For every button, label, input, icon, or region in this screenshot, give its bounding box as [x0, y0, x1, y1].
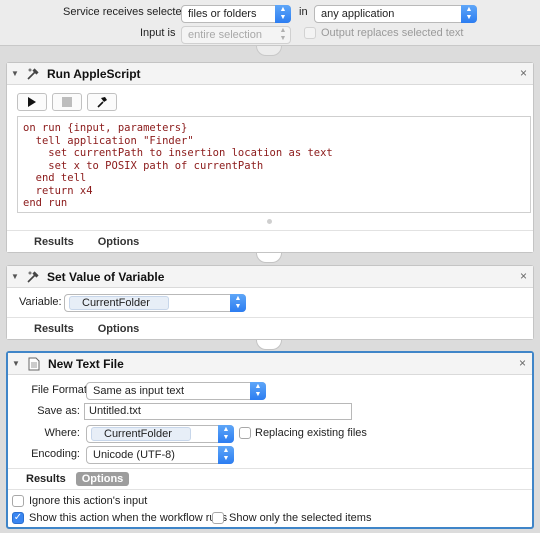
play-icon: [28, 97, 36, 107]
close-icon[interactable]: ×: [520, 66, 527, 80]
stop-icon: [62, 97, 72, 107]
popup-arrows-icon: ▲ ▼: [250, 382, 266, 400]
stop-button[interactable]: [52, 93, 82, 111]
action-header: ▼ New Text File ×: [8, 353, 532, 375]
in-application-value: any application: [321, 8, 395, 20]
flow-connector: [256, 340, 282, 350]
run-applescript-action: ▼ Run AppleScript × on run {input, param…: [6, 62, 534, 253]
disclosure-triangle-icon[interactable]: ▼: [12, 359, 22, 368]
compile-button[interactable]: [87, 93, 117, 111]
service-settings-bar: Service receives selected files or folde…: [0, 0, 540, 46]
receives-label: Service receives selected: [63, 6, 188, 18]
action-title: New Text File: [48, 356, 124, 371]
hammer-icon: [97, 97, 107, 108]
receives-popup[interactable]: files or folders ▲ ▼: [181, 5, 291, 23]
encoding-label: Encoding:: [31, 448, 80, 460]
receives-value: files or folders: [188, 8, 257, 20]
popup-arrows-icon: ▲ ▼: [279, 27, 287, 42]
encoding-popup[interactable]: Unicode (UTF-8) ▲ ▼: [86, 446, 234, 464]
set-value-of-variable-action: ▼ Set Value of Variable × Variable: Curr…: [6, 265, 534, 340]
applescript-code-editor[interactable]: on run {input, parameters} tell applicat…: [17, 116, 531, 213]
action-footer: Results Options: [7, 230, 533, 252]
options-area: Ignore this action's input ✓ Show this a…: [8, 489, 532, 527]
new-text-file-action: ▼ New Text File × File Format: Same as i…: [6, 351, 534, 529]
where-label: Where:: [44, 427, 80, 439]
in-label: in: [299, 6, 308, 18]
popup-arrows-icon: ▲ ▼: [218, 425, 234, 443]
close-icon[interactable]: ×: [520, 269, 527, 283]
action-title: Set Value of Variable: [47, 269, 165, 284]
where-token: CurrentFolder: [91, 427, 191, 441]
encoding-value: Unicode (UTF-8): [93, 449, 175, 461]
popup-arrows-icon: ▲ ▼: [275, 5, 291, 23]
replacing-files-checkbox[interactable]: [239, 427, 251, 439]
options-tab[interactable]: Options: [75, 471, 130, 486]
ignore-input-checkbox[interactable]: [12, 495, 24, 507]
save-as-label: Save as:: [37, 405, 80, 417]
action-header: ▼ Set Value of Variable ×: [7, 266, 533, 288]
popup-arrows-icon: ▲ ▼: [218, 446, 234, 464]
output-replaces-label: Output replaces selected text: [321, 27, 464, 39]
output-replaces-checkbox[interactable]: [304, 27, 316, 39]
file-format-popup[interactable]: Same as input text ▲ ▼: [86, 382, 266, 400]
options-tab[interactable]: Options: [93, 235, 145, 249]
results-tab[interactable]: Results: [29, 235, 79, 249]
results-tab[interactable]: Results: [26, 473, 66, 485]
show-selected-checkbox[interactable]: [212, 512, 224, 524]
action-footer: Results Options: [7, 317, 533, 339]
save-as-field[interactable]: Untitled.txt: [84, 403, 352, 420]
file-format-label: File Format:: [31, 384, 90, 396]
file-format-value: Same as input text: [93, 385, 185, 397]
disclosure-triangle-icon[interactable]: ▼: [11, 69, 21, 78]
disclosure-triangle-icon[interactable]: ▼: [11, 272, 21, 281]
where-popup[interactable]: CurrentFolder ▲ ▼: [86, 425, 234, 443]
resize-handle-icon[interactable]: [267, 219, 272, 224]
variable-popup[interactable]: CurrentFolder ▲ ▼: [64, 294, 246, 312]
show-action-label: Show this action when the workflow runs: [29, 512, 228, 524]
action-header: ▼ Run AppleScript ×: [7, 63, 533, 85]
replacing-files-label: Replacing existing files: [255, 427, 367, 439]
results-tab[interactable]: Results: [29, 322, 79, 336]
run-button[interactable]: [17, 93, 47, 111]
applescript-icon: [25, 66, 41, 82]
flow-connector: [256, 46, 282, 56]
show-action-checkbox[interactable]: ✓: [12, 512, 24, 524]
popup-arrows-icon: ▲ ▼: [461, 5, 477, 23]
action-title: Run AppleScript: [47, 66, 141, 81]
input-is-value: entire selection: [188, 29, 262, 41]
ignore-input-label: Ignore this action's input: [29, 495, 148, 507]
in-application-popup[interactable]: any application ▲ ▼: [314, 5, 477, 23]
popup-arrows-icon: ▲ ▼: [230, 294, 246, 312]
show-selected-label: Show only the selected items: [229, 512, 372, 524]
variable-label: Variable:: [19, 296, 62, 308]
input-is-popup[interactable]: entire selection ▲ ▼: [181, 26, 291, 44]
text-file-icon: [26, 356, 42, 372]
input-is-label: Input is: [140, 27, 176, 39]
action-tab-bar: Results Options: [8, 468, 532, 488]
flow-connector: [256, 253, 282, 263]
options-tab[interactable]: Options: [93, 322, 145, 336]
variable-token: CurrentFolder: [69, 296, 169, 310]
close-icon[interactable]: ×: [519, 356, 526, 370]
variable-action-icon: [25, 269, 41, 285]
